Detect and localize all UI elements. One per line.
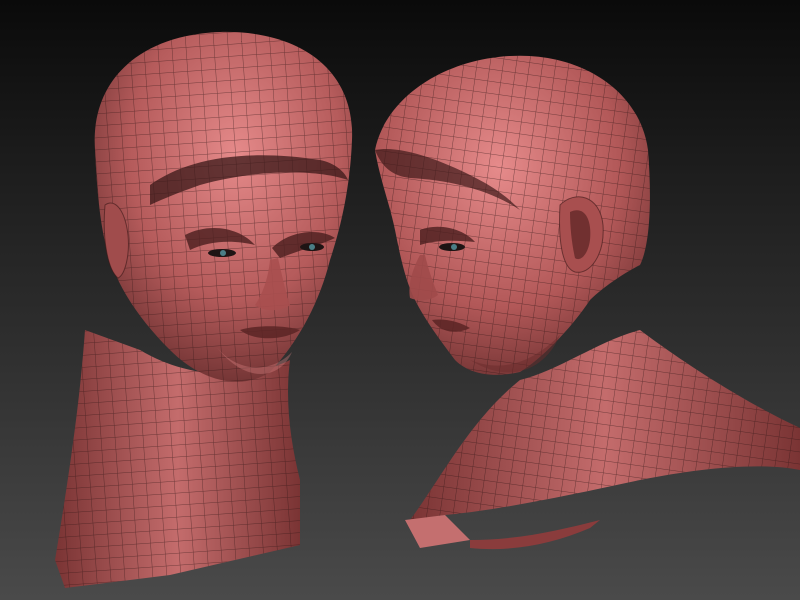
- sculpt-viewport[interactable]: [0, 0, 800, 600]
- side-collar-cut: [405, 515, 470, 548]
- head-model-front[interactable]: [55, 31, 353, 588]
- viewport-canvas[interactable]: [0, 0, 800, 600]
- head-model-side[interactable]: [375, 55, 800, 550]
